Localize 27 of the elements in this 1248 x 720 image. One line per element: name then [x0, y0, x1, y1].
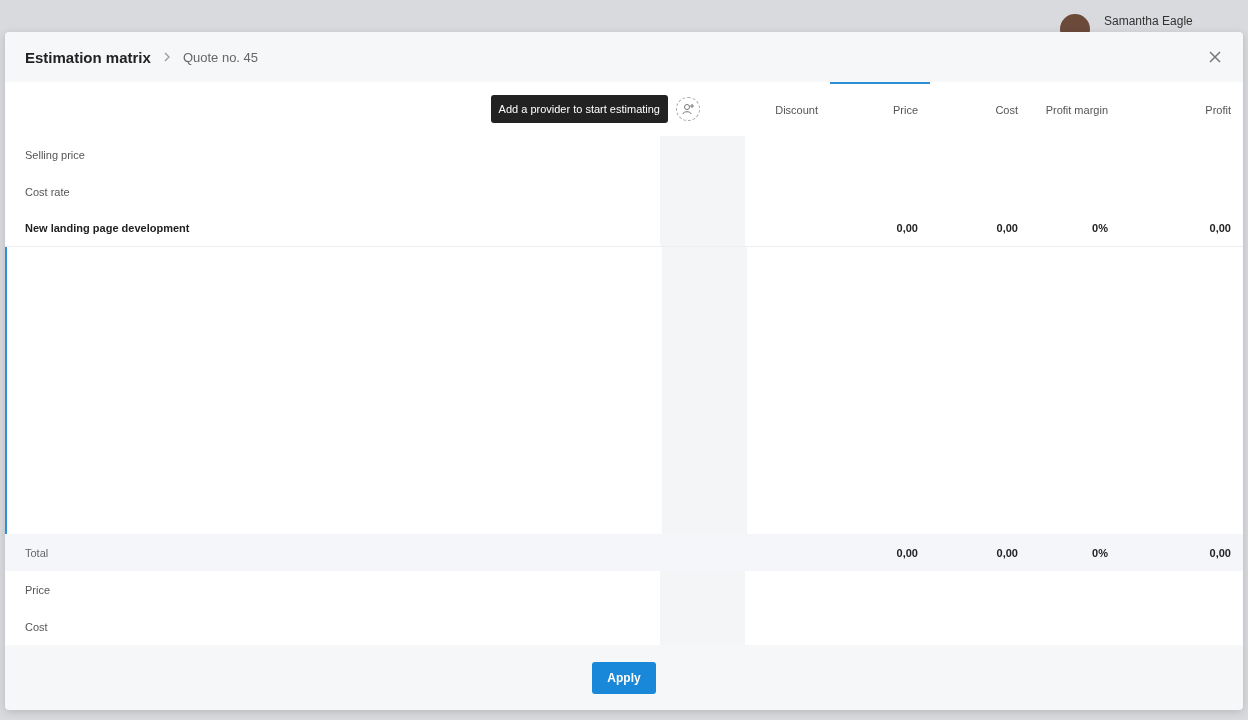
add-provider-button[interactable] — [676, 97, 700, 121]
line-item-name: New landing page development — [24, 222, 191, 234]
modal-title: Estimation matrix — [25, 48, 151, 66]
tooltip: Add a provider to start estimating — [490, 95, 668, 123]
chevron-right-icon — [162, 52, 171, 62]
row-label: Total — [24, 546, 50, 559]
row-label: Cost rate — [24, 185, 71, 198]
total-cell-text: 0,00 — [895, 546, 919, 559]
table-cell-text: 0% — [1091, 222, 1109, 234]
row-label: Selling price — [24, 148, 86, 161]
total-cell-text: 0,00 — [1208, 546, 1232, 559]
column-header[interactable]: Cost — [930, 82, 1030, 136]
add-user-icon — [681, 102, 695, 116]
row-label: Price — [24, 583, 52, 596]
row-label: Cost — [24, 620, 49, 633]
table-cell-text: 0,00 — [895, 222, 919, 234]
column-header[interactable]: Profit — [1120, 82, 1243, 136]
close-button[interactable] — [1207, 49, 1223, 65]
column-header[interactable]: Discount — [745, 82, 830, 136]
column-header[interactable]: Profit margin — [1030, 82, 1120, 136]
user-name[interactable]: Samantha Eagle — [1104, 14, 1193, 28]
table-cell-text: 0,00 — [1208, 222, 1232, 234]
total-cell-text: 0% — [1091, 546, 1109, 559]
apply-button[interactable]: Apply — [592, 661, 656, 694]
total-cell-text: 0,00 — [995, 546, 1019, 559]
breadcrumb: Quote no. 45 — [182, 49, 259, 65]
table-cell-text: 0,00 — [995, 222, 1019, 234]
